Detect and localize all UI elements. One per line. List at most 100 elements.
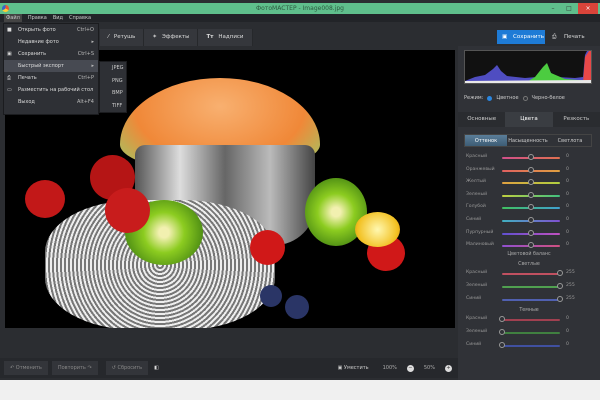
- radio-color-selected[interactable]: [487, 95, 493, 101]
- subtab-lightness[interactable]: Светлота: [549, 135, 591, 146]
- radio-bw[interactable]: [522, 95, 528, 101]
- menu-bar: Файл Правка Вид Справка: [0, 14, 600, 22]
- cherry: [250, 230, 285, 265]
- redo-icon: ↷: [85, 365, 92, 371]
- folder-icon: ■: [7, 27, 12, 33]
- printer-icon: ⎙: [7, 75, 12, 81]
- hue-slider-row: Малиновый 0: [466, 242, 594, 250]
- slider-track[interactable]: [502, 319, 560, 321]
- printer-icon: ⎙: [552, 34, 557, 40]
- compare-icon[interactable]: ◧: [154, 365, 159, 371]
- slider-handle[interactable]: [528, 217, 534, 223]
- menu-file[interactable]: Файл: [4, 14, 22, 22]
- bottom-bar: ↶ Отменить Повторить ↷ ↺ Сбросить ◧ ▣ Ум…: [0, 358, 458, 378]
- menu-edit[interactable]: Правка: [28, 14, 47, 22]
- close-button[interactable]: ×: [578, 3, 598, 14]
- tab-basic[interactable]: Основные: [458, 112, 506, 127]
- export-bmp[interactable]: BMP: [100, 87, 126, 100]
- menu-item-recent[interactable]: Недавние фото ▸: [4, 36, 98, 48]
- effects-button[interactable]: ✶ Эффекты: [144, 29, 199, 46]
- slider-value: 0: [566, 242, 569, 248]
- menu-help[interactable]: Справка: [69, 14, 91, 22]
- slider-track[interactable]: [502, 286, 560, 288]
- text-icon: Tт: [206, 34, 214, 40]
- zoom-in-button[interactable]: +: [445, 364, 452, 372]
- shortcut: Ctrl+O: [76, 27, 94, 33]
- adjustments-panel: Режим: Цветное Черно-белое Основные Цвет…: [458, 46, 600, 380]
- slider-value: 0: [566, 179, 569, 185]
- slider-handle[interactable]: [528, 242, 534, 249]
- label: Открыть фото: [18, 27, 56, 33]
- label: Печать: [18, 75, 37, 81]
- slider-label: Красный: [466, 270, 488, 275]
- menu-item-desktop[interactable]: ▭ Разместить на рабочий стол: [4, 84, 98, 96]
- zoom-100-button[interactable]: 100%: [383, 365, 397, 371]
- menu-item-save[interactable]: ▣ Сохранить Ctrl+S: [4, 48, 98, 60]
- slider-value: 0: [566, 229, 569, 235]
- text-button[interactable]: Tт Надписи: [198, 29, 253, 46]
- undo-button[interactable]: ↶ Отменить: [4, 361, 48, 375]
- export-jpeg[interactable]: JPEG: [100, 62, 126, 75]
- darks-slider-row: Синий 0: [466, 342, 594, 350]
- slider-handle[interactable]: [528, 154, 534, 160]
- zoom-level: 50%: [423, 365, 435, 371]
- undo-label: Отменить: [15, 365, 42, 371]
- slider-handle[interactable]: [557, 270, 563, 276]
- mode-color-label[interactable]: Цветное: [496, 95, 518, 101]
- maximize-button[interactable]: □: [562, 3, 576, 14]
- slider-handle[interactable]: [499, 342, 505, 348]
- slider-track[interactable]: [502, 345, 560, 347]
- floppy-icon: ▣: [502, 34, 508, 40]
- slider-handle[interactable]: [528, 166, 534, 173]
- reset-button[interactable]: ↺ Сбросить: [105, 361, 149, 375]
- slider-label: Синий: [466, 296, 482, 301]
- label: Разместить на рабочий стол: [18, 87, 94, 93]
- print-label: Печать: [564, 34, 585, 40]
- export-png[interactable]: PNG: [100, 75, 126, 88]
- app-window: ФотоМАСТЕР - Image008.jpg – □ × Файл Пра…: [0, 0, 600, 380]
- export-submenu: JPEG PNG BMP TIFF: [99, 61, 127, 113]
- menu-item-quick-export[interactable]: Быстрый экспорт ▸: [4, 60, 98, 72]
- tab-colors[interactable]: Цвета: [505, 112, 553, 127]
- menu-item-exit[interactable]: Выход Alt+F4: [4, 96, 98, 108]
- save-button[interactable]: ▣ Сохранить: [497, 30, 545, 44]
- retouch-button[interactable]: ⁄ Ретушь: [100, 29, 145, 46]
- slider-handle[interactable]: [528, 179, 534, 186]
- blueberry: [260, 285, 282, 307]
- slider-label: Желтый: [466, 179, 486, 185]
- slider-label: Малиновый: [466, 242, 494, 248]
- tab-sharpness[interactable]: Резкость: [552, 112, 600, 127]
- print-button[interactable]: ⎙ Печать: [548, 30, 590, 44]
- slider-handle[interactable]: [499, 329, 505, 335]
- slider-track[interactable]: [502, 273, 560, 275]
- slider-handle[interactable]: [528, 191, 534, 198]
- shortcut: Ctrl+S: [77, 51, 94, 57]
- label: Недавние фото: [18, 39, 59, 45]
- effects-label: Эффекты: [161, 34, 190, 40]
- redo-button[interactable]: Повторить ↷: [51, 361, 98, 375]
- slider-label: Синий: [466, 342, 482, 347]
- slider-track[interactable]: [502, 299, 560, 301]
- menu-view[interactable]: Вид: [53, 14, 63, 22]
- slider-label: Голубой: [466, 204, 486, 210]
- slider-label: Пурпурный: [466, 229, 494, 235]
- slider-handle[interactable]: [557, 283, 563, 289]
- slider-handle[interactable]: [557, 296, 563, 302]
- minimize-button[interactable]: –: [546, 3, 560, 14]
- slider-handle[interactable]: [528, 229, 534, 236]
- export-tiff[interactable]: TIFF: [100, 100, 126, 113]
- menu-item-print[interactable]: ⎙ Печать Ctrl+P: [4, 72, 98, 84]
- slider-value: 0: [566, 342, 569, 347]
- label: Быстрый экспорт: [18, 63, 64, 69]
- slider-handle[interactable]: [528, 204, 534, 211]
- slider-handle[interactable]: [499, 316, 505, 322]
- subtab-saturation[interactable]: Насыщенность: [507, 135, 549, 146]
- title-bar: ФотоМАСТЕР - Image008.jpg – □ ×: [0, 3, 600, 14]
- fit-button[interactable]: ▣ Уместить: [338, 365, 369, 371]
- slider-value: 0: [566, 166, 569, 172]
- mode-bw-label[interactable]: Черно-белое: [532, 95, 565, 101]
- zoom-out-button[interactable]: −: [406, 364, 414, 372]
- subtab-hue[interactable]: Оттенок: [465, 135, 507, 146]
- slider-track[interactable]: [502, 332, 560, 334]
- menu-item-open[interactable]: ■ Открыть фото Ctrl+O: [4, 24, 98, 36]
